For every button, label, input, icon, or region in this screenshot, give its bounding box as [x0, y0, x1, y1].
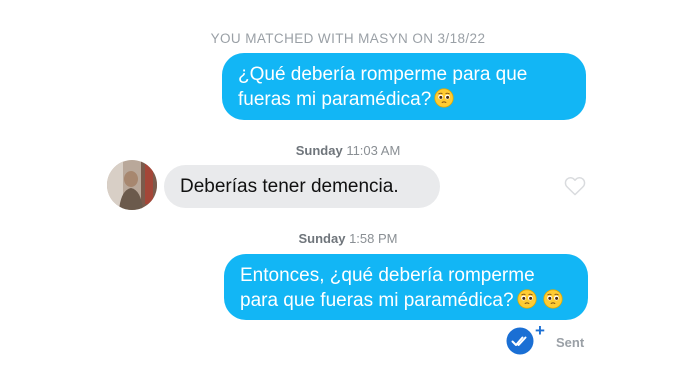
message-timestamp: Sunday 11:03 AM	[0, 143, 696, 158]
timestamp-day: Sunday	[295, 143, 343, 158]
message-timestamp: Sunday 1:58 PM	[0, 231, 696, 246]
outgoing-message-bubble[interactable]: ¿Qué debería romperme para que fueras mi…	[222, 53, 586, 120]
pleading-face-icon	[516, 289, 537, 309]
match-header: YOU MATCHED WITH MASYN ON 3/18/22	[210, 31, 486, 46]
avatar-photo	[107, 160, 157, 210]
message-text: Entonces, ¿qué debería romperme para que…	[240, 265, 535, 311]
timestamp-day: Sunday	[298, 231, 346, 246]
pleading-face-icon	[542, 289, 563, 309]
message-text: Deberías tener demencia.	[180, 176, 399, 197]
match-avatar[interactable]	[107, 160, 157, 210]
double-check-icon	[506, 327, 534, 355]
incoming-message-bubble[interactable]: Deberías tener demencia.	[164, 165, 440, 208]
outgoing-message-bubble[interactable]: Entonces, ¿qué debería romperme para que…	[224, 254, 588, 320]
sent-status-label: Sent	[556, 335, 585, 350]
plus-badge: +	[535, 321, 545, 340]
timestamp-time: 11:03 AM	[346, 143, 401, 158]
pleading-face-icon	[434, 88, 454, 108]
timestamp-time: 1:58 PM	[349, 231, 398, 246]
like-heart-icon[interactable]	[564, 176, 586, 196]
message-text: ¿Qué debería romperme para que fueras mi…	[238, 64, 528, 110]
